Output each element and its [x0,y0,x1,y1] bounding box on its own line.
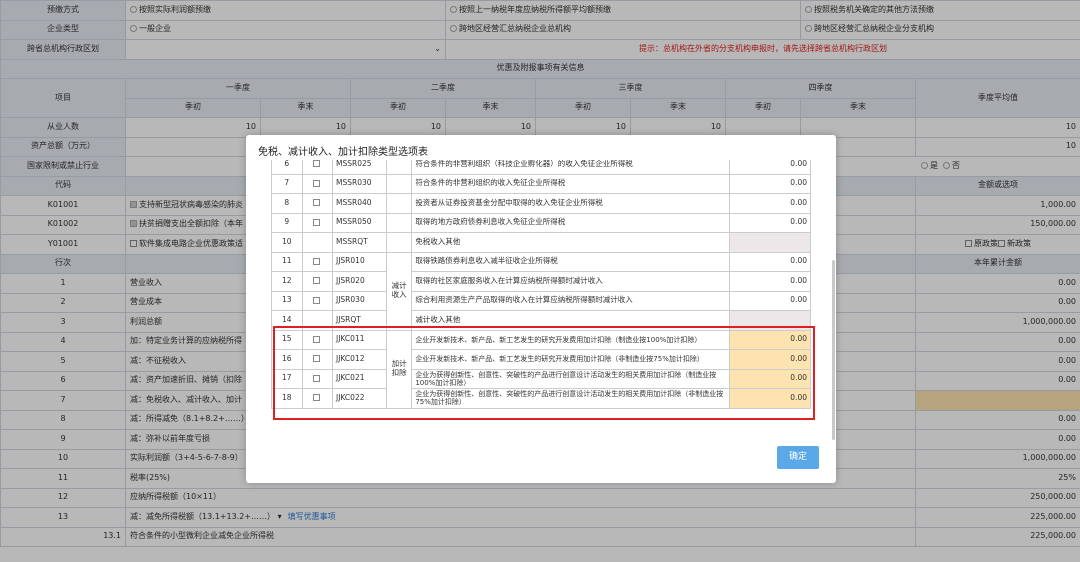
option-code: MSSRQT [332,232,387,253]
option-amount[interactable]: 0.00 [728,271,812,292]
option-no: 9 [271,212,303,233]
option-no: 11 [271,251,303,272]
option-checkbox[interactable] [301,271,333,292]
option-code: MSSR030 [332,173,387,194]
dialog-title: 免税、减计收入、加计扣除类型选项表 [258,147,428,158]
checkbox-icon [312,277,320,285]
option-row: 6 MSSR025 符合条件的非营利组织（科技企业孵化器）的收入免征企业所得税 0.0… [271,160,812,175]
option-amount[interactable]: 0.00 [728,173,812,194]
option-amount[interactable]: 0.00 [728,290,812,311]
option-name: 免税收入其他 [411,232,730,253]
option-code: MSSR025 [332,160,387,175]
option-code: JJSR020 [332,271,387,292]
group-reduce-label: 减计收入 [385,251,413,331]
option-code: JJSR030 [332,290,387,311]
highlight-box [273,326,815,420]
option-no: 6 [271,160,303,175]
scrollbar[interactable] [832,260,835,440]
confirm-button[interactable]: 确定 [777,446,819,469]
checkbox-icon [312,199,320,207]
option-dialog: 免税、减计收入、加计扣除类型选项表 6 MSSR025 符合条件的非营利组织（科技企… [246,135,836,483]
option-row: 10 MSSRQT 免税收入其他 [271,232,812,253]
option-amount[interactable]: 0.00 [728,251,812,272]
option-checkbox[interactable] [301,173,333,194]
option-amount[interactable]: 0.00 [728,193,812,214]
option-name: 取得的社区家庭服务收入在计算应纳税所得额时减计收入 [411,271,730,292]
checkbox-icon [312,257,320,265]
option-name: 综合利用资源生产产品取得的收入在计算应纳税所得额时减计收入 [411,290,730,311]
option-row: 12 JJSR020 取得的社区家庭服务收入在计算应纳税所得额时减计收入 0.00 [271,271,812,292]
checkbox-icon [312,179,320,187]
option-amount [728,232,812,253]
option-code: JJSR010 [332,251,387,272]
option-row: 11 JJSR010 减计收入 取得铁路债券利息收入减半征收企业所得税 0.00 [271,251,812,331]
option-code: MSSR050 [332,212,387,233]
option-checkbox[interactable] [301,251,333,272]
option-code: MSSR040 [332,193,387,214]
option-name: 投资者从证券投资基金分配中取得的收入免征企业所得税 [411,193,730,214]
checkbox-icon [312,218,320,226]
option-no: 8 [271,193,303,214]
option-row: 9 MSSR050 取得的地方政府债券利息收入免征企业所得税 0.00 [271,212,812,233]
option-checkbox[interactable] [301,160,333,175]
option-name: 取得的地方政府债券利息收入免征企业所得税 [411,212,730,233]
option-no: 7 [271,173,303,194]
option-amount[interactable]: 0.00 [728,160,812,175]
option-name: 符合条件的非营利组织（科技企业孵化器）的收入免征企业所得税 [411,160,730,175]
checkbox-icon [312,296,320,304]
option-amount[interactable]: 0.00 [728,212,812,233]
option-no: 13 [271,290,303,311]
option-checkbox[interactable] [301,290,333,311]
option-row: 8 MSSR040 投资者从证券投资基金分配中取得的收入免征企业所得税 0.00 [271,193,812,214]
option-checkbox[interactable] [301,193,333,214]
option-name: 符合条件的非营利组织的收入免征企业所得税 [411,173,730,194]
option-no: 12 [271,271,303,292]
option-row: 13 JJSR030 综合利用资源生产产品取得的收入在计算应纳税所得额时减计收入 0.… [271,290,812,311]
option-name: 取得铁路债券利息收入减半征收企业所得税 [411,251,730,272]
option-no: 10 [271,232,303,253]
checkbox-icon [312,160,320,168]
option-checkbox[interactable] [301,212,333,233]
option-row: 7 MSSR030 符合条件的非营利组织的收入免征企业所得税 0.00 [271,173,812,194]
